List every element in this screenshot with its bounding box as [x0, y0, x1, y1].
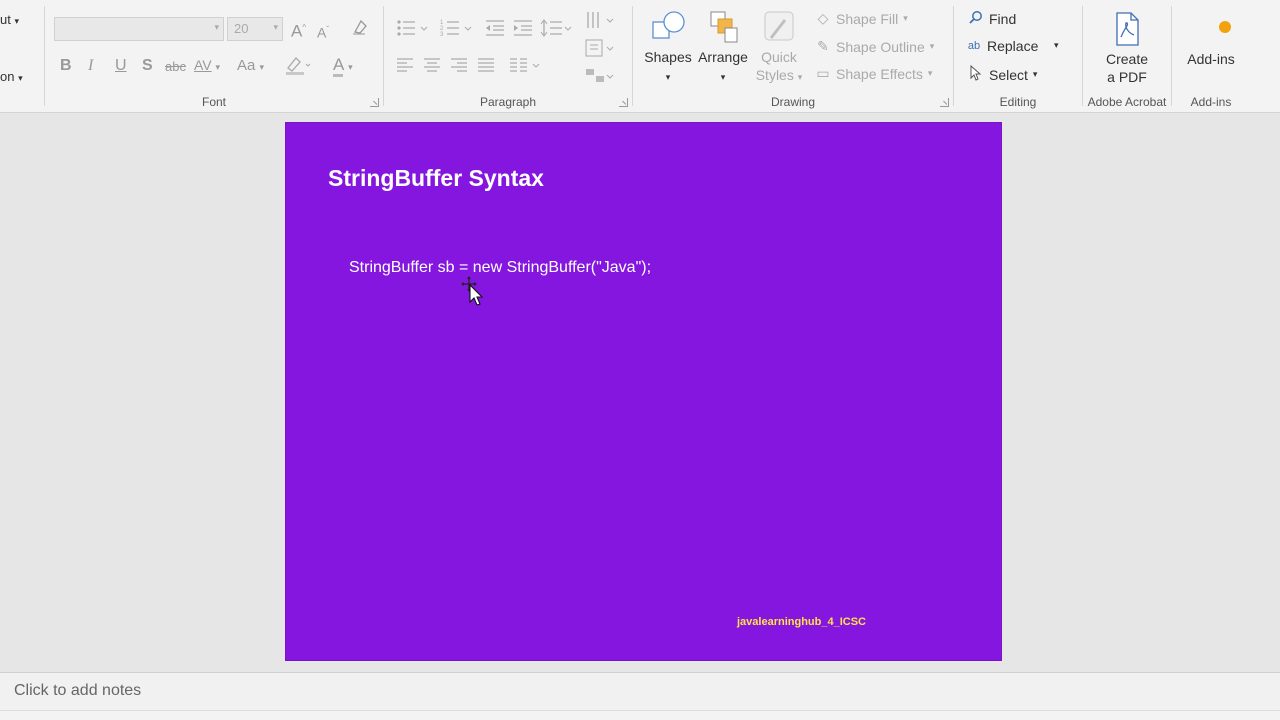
add-ins-group: Add-ins Add-ins [1172, 0, 1250, 113]
clipboard-group: ut ▾ on ▾ [0, 0, 44, 113]
font-size-combo[interactable]: 20 ▾ [227, 17, 283, 41]
text-direction-icon[interactable] [584, 10, 616, 38]
notes-pane[interactable]: Click to add notes [0, 672, 1280, 710]
editing-group: Find ab Replace ▾ Select ▾ Editing [954, 0, 1082, 113]
justify-icon[interactable] [477, 56, 495, 80]
align-center-icon[interactable] [423, 56, 441, 80]
clear-formatting-icon[interactable] [351, 18, 369, 42]
shape-outline-button[interactable]: ✎ Shape Outline ▾ [815, 38, 934, 55]
add-ins-button[interactable]: Add-ins [1176, 10, 1246, 68]
font-name-combo[interactable]: ▾ [54, 17, 224, 41]
add-ins-group-label: Add-ins [1190, 95, 1232, 109]
paragraph-group: 123 Paragraph [384, 0, 632, 113]
drawing-dialog-launcher-icon[interactable] [940, 98, 949, 107]
adobe-acrobat-group-label: Adobe Acrobat [1087, 95, 1167, 109]
bold-icon[interactable]: B [60, 56, 72, 76]
replace-dropdown-icon[interactable]: ▾ [1054, 40, 1059, 51]
columns-icon[interactable] [509, 56, 543, 80]
align-left-icon[interactable] [396, 56, 414, 80]
ribbon: ut ▾ on ▾ ▾ 20 ▾ A^ Aˇ B I U S abc AV ▾ A… [0, 0, 1280, 113]
slide-code-text[interactable]: StringBuffer sb = new StringBuffer("Java… [349, 259, 651, 277]
highlight-icon[interactable] [285, 55, 311, 81]
shape-effects-button[interactable]: ▭ Shape Effects ▾ [815, 65, 932, 82]
search-icon [968, 10, 984, 27]
shapes-icon [652, 11, 685, 39]
align-right-icon[interactable] [450, 56, 468, 80]
shape-effects-icon: ▭ [816, 65, 830, 81]
create-pdf-button[interactable]: Create a PDF [1093, 10, 1161, 86]
quick-styles-icon [764, 11, 794, 41]
shape-fill-button[interactable]: ◇ Shape Fill ▾ [815, 10, 908, 27]
slide-canvas[interactable]: StringBuffer Syntax StringBuffer sb = ne… [285, 122, 1002, 661]
italic-icon[interactable]: I [88, 56, 93, 76]
slide-footer-text[interactable]: javalearninghub_4_ICSC [737, 616, 866, 628]
quick-styles-button[interactable]: Quick Styles ▾ [755, 8, 803, 86]
paint-bucket-icon: ◇ [817, 10, 829, 26]
pdf-icon [1116, 12, 1139, 46]
chevron-down-icon: ▾ [273, 22, 278, 32]
find-button[interactable]: Find [968, 10, 1016, 27]
smartart-icon[interactable] [584, 66, 616, 92]
font-color-icon[interactable]: A ▾ [333, 55, 353, 77]
svg-text:3: 3 [440, 32, 444, 38]
editing-group-label: Editing [999, 95, 1037, 109]
slide-title[interactable]: StringBuffer Syntax [328, 165, 544, 192]
underline-icon[interactable]: U [115, 56, 127, 76]
replace-icon: ab [967, 40, 981, 52]
pointer-icon [968, 64, 984, 84]
shrink-font-icon[interactable]: Aˇ [317, 20, 329, 43]
notes-placeholder[interactable]: Click to add notes [14, 682, 141, 700]
character-spacing-icon[interactable]: AV ▾ [194, 55, 220, 77]
font-group-label: Font [201, 95, 226, 109]
change-case-icon[interactable]: Aa ▾ [237, 56, 264, 77]
paragraph-dialog-launcher-icon[interactable] [619, 98, 628, 107]
replace-button[interactable]: ab Replace [966, 38, 1039, 54]
line-spacing-icon[interactable] [540, 18, 572, 44]
bullets-icon[interactable] [396, 18, 430, 44]
select-button[interactable]: Select ▾ [968, 64, 1037, 84]
shapes-button[interactable]: Shapes ▾ [643, 8, 693, 86]
arrange-button[interactable]: Arrange ▾ [696, 8, 750, 86]
paragraph-group-label: Paragraph [479, 95, 537, 109]
drawing-group: Shapes ▾ Arrange ▾ Quick Styles ▾ ◇ Shape Fi… [633, 0, 953, 113]
increase-indent-icon[interactable] [512, 18, 534, 44]
numbering-icon[interactable]: 123 [440, 18, 474, 44]
decrease-indent-icon[interactable] [484, 18, 506, 44]
status-bar [0, 710, 1280, 720]
pen-icon: ✎ [817, 38, 829, 54]
adobe-acrobat-group: Create a PDF Adobe Acrobat [1083, 0, 1171, 113]
align-text-icon[interactable] [584, 38, 616, 64]
text-shadow-icon[interactable]: S [142, 56, 153, 76]
add-ins-icon [1219, 21, 1231, 33]
mouse-pointer-icon [461, 276, 484, 306]
chevron-down-icon: ▾ [214, 22, 219, 32]
strikethrough-icon[interactable]: abc [165, 57, 186, 77]
font-dialog-launcher-icon[interactable] [370, 98, 379, 107]
font-group: ▾ 20 ▾ A^ Aˇ B I U S abc AV ▾ Aa ▾ A ▾ Fo… [45, 0, 383, 113]
grow-font-icon[interactable]: A^ [291, 18, 306, 42]
layout-button[interactable]: on ▾ [0, 69, 23, 84]
arrange-icon [710, 11, 738, 43]
cut-button[interactable]: ut ▾ [0, 12, 19, 27]
drawing-group-label: Drawing [770, 95, 815, 109]
